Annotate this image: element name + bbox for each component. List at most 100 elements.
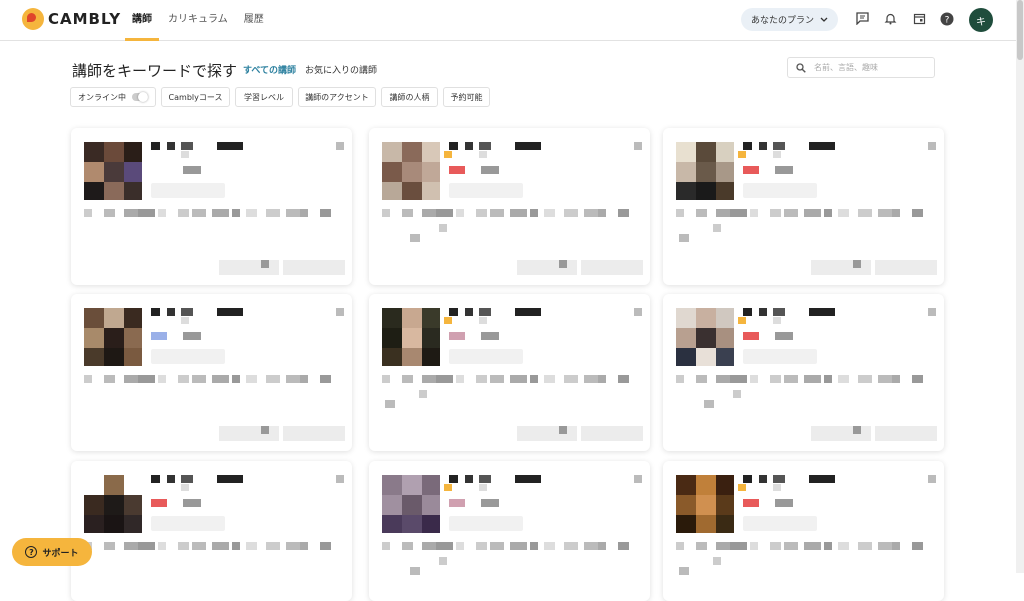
bell-icon[interactable]	[883, 12, 897, 26]
tutor-photo	[84, 475, 142, 533]
bio-text-blur	[382, 542, 390, 550]
bio-text-blur	[598, 375, 606, 383]
photo-pixel	[402, 348, 422, 366]
tutor-name-blur	[479, 317, 487, 324]
photo-pixel	[124, 328, 142, 348]
photo-pixel	[382, 142, 402, 162]
tutor-name-blur	[928, 308, 936, 316]
bio-text-blur	[178, 542, 189, 550]
bio-text-blur	[436, 542, 453, 550]
profile-button[interactable]	[219, 426, 279, 441]
book-lesson-button[interactable]	[283, 260, 345, 275]
photo-pixel	[84, 162, 104, 182]
book-lesson-button[interactable]	[581, 260, 643, 275]
bio-text-blur	[419, 390, 427, 398]
bio-text-blur	[530, 375, 538, 383]
photo-pixel	[696, 142, 716, 162]
page-title: 講師をキーワードで探す	[72, 62, 238, 80]
tutor-tag-pill	[743, 183, 817, 198]
bio-text-blur	[320, 375, 331, 383]
star-badge	[738, 151, 746, 158]
button-text-blur	[559, 260, 567, 268]
bio-text-blur	[696, 375, 707, 383]
book-lesson-button[interactable]	[875, 260, 937, 275]
tutor-photo	[84, 308, 142, 366]
bio-text-blur	[912, 209, 923, 217]
bio-text-blur	[138, 542, 155, 550]
nav-tutors[interactable]: 講師	[125, 0, 159, 41]
photo-pixel	[124, 308, 142, 328]
tutor-name-blur	[181, 151, 189, 158]
tutor-card[interactable]	[663, 128, 944, 285]
bio-text-blur	[598, 209, 606, 217]
tutor-name-blur	[151, 308, 160, 316]
tutor-name-blur	[181, 317, 189, 324]
tutor-photo	[676, 308, 734, 366]
calendar-icon[interactable]	[912, 12, 926, 26]
tutor-name-blur	[217, 142, 243, 150]
nav-curriculum[interactable]: カリキュラム	[168, 0, 228, 40]
filter-level[interactable]: 学習レベル	[235, 87, 293, 107]
nav-history[interactable]: 履歴	[244, 0, 264, 40]
bio-text-blur	[510, 209, 527, 217]
bio-text-blur	[124, 542, 138, 550]
photo-pixel	[716, 495, 734, 515]
tutor-tag-pill	[449, 349, 523, 364]
tutor-card[interactable]	[663, 461, 944, 601]
photo-pixel	[84, 515, 104, 533]
filter-online-now[interactable]: オンライン中	[70, 87, 156, 107]
filter-accent[interactable]: 講師のアクセント	[298, 87, 376, 107]
book-lesson-button[interactable]	[283, 426, 345, 441]
photo-pixel	[716, 328, 734, 348]
filter-bookable[interactable]: 予約可能	[443, 87, 490, 107]
bio-text-blur	[158, 209, 166, 217]
tutor-card[interactable]	[71, 461, 352, 601]
photo-pixel	[402, 308, 422, 328]
tab-all-tutors[interactable]: すべての講師	[243, 63, 296, 76]
cambly-logo[interactable]: CAMBLY	[22, 8, 121, 30]
online-toggle[interactable]	[132, 92, 148, 102]
profile-button[interactable]	[811, 426, 871, 441]
tutor-card[interactable]	[663, 294, 944, 451]
tutor-card[interactable]	[71, 294, 352, 451]
bio-text-blur	[232, 542, 240, 550]
profile-button[interactable]	[517, 426, 577, 441]
book-lesson-button[interactable]	[875, 426, 937, 441]
tutor-card[interactable]	[369, 128, 650, 285]
star-badge	[738, 317, 746, 324]
bio-text-blur	[158, 375, 166, 383]
help-icon[interactable]: ?	[940, 12, 954, 26]
search-input[interactable]	[812, 62, 926, 73]
tutor-name-blur	[773, 317, 781, 324]
bio-text-blur	[178, 375, 189, 383]
tutor-card[interactable]	[71, 128, 352, 285]
page-scrollbar[interactable]	[1016, 0, 1024, 573]
tab-favorite-tutors[interactable]: お気に入りの講師	[305, 63, 377, 76]
filter-cambly-course[interactable]: Camblyコース	[161, 87, 230, 107]
photo-pixel	[422, 475, 440, 495]
main-nav: 講師 カリキュラム 履歴	[125, 0, 264, 41]
country-flag	[151, 332, 167, 340]
photo-pixel	[696, 515, 716, 533]
tutor-name-blur	[634, 475, 642, 483]
plan-button[interactable]: あなたのプラン	[741, 8, 838, 31]
tutor-photo	[382, 308, 440, 366]
chat-icon[interactable]	[855, 12, 869, 26]
tutor-name-blur	[336, 308, 344, 316]
book-lesson-button[interactable]	[581, 426, 643, 441]
photo-pixel	[104, 182, 124, 200]
photo-pixel	[676, 475, 696, 495]
photo-pixel	[382, 515, 402, 533]
user-avatar[interactable]: キ	[969, 8, 993, 32]
country-flag	[743, 499, 759, 507]
tutor-card[interactable]	[369, 461, 650, 601]
tutor-card[interactable]	[369, 294, 650, 451]
profile-button[interactable]	[517, 260, 577, 275]
profile-button[interactable]	[811, 260, 871, 275]
filter-personality[interactable]: 講師の人柄	[381, 87, 438, 107]
photo-pixel	[696, 495, 716, 515]
profile-button[interactable]	[219, 260, 279, 275]
support-button[interactable]: ? サポート	[12, 538, 92, 566]
button-text-blur	[853, 260, 861, 268]
photo-pixel	[124, 495, 142, 515]
